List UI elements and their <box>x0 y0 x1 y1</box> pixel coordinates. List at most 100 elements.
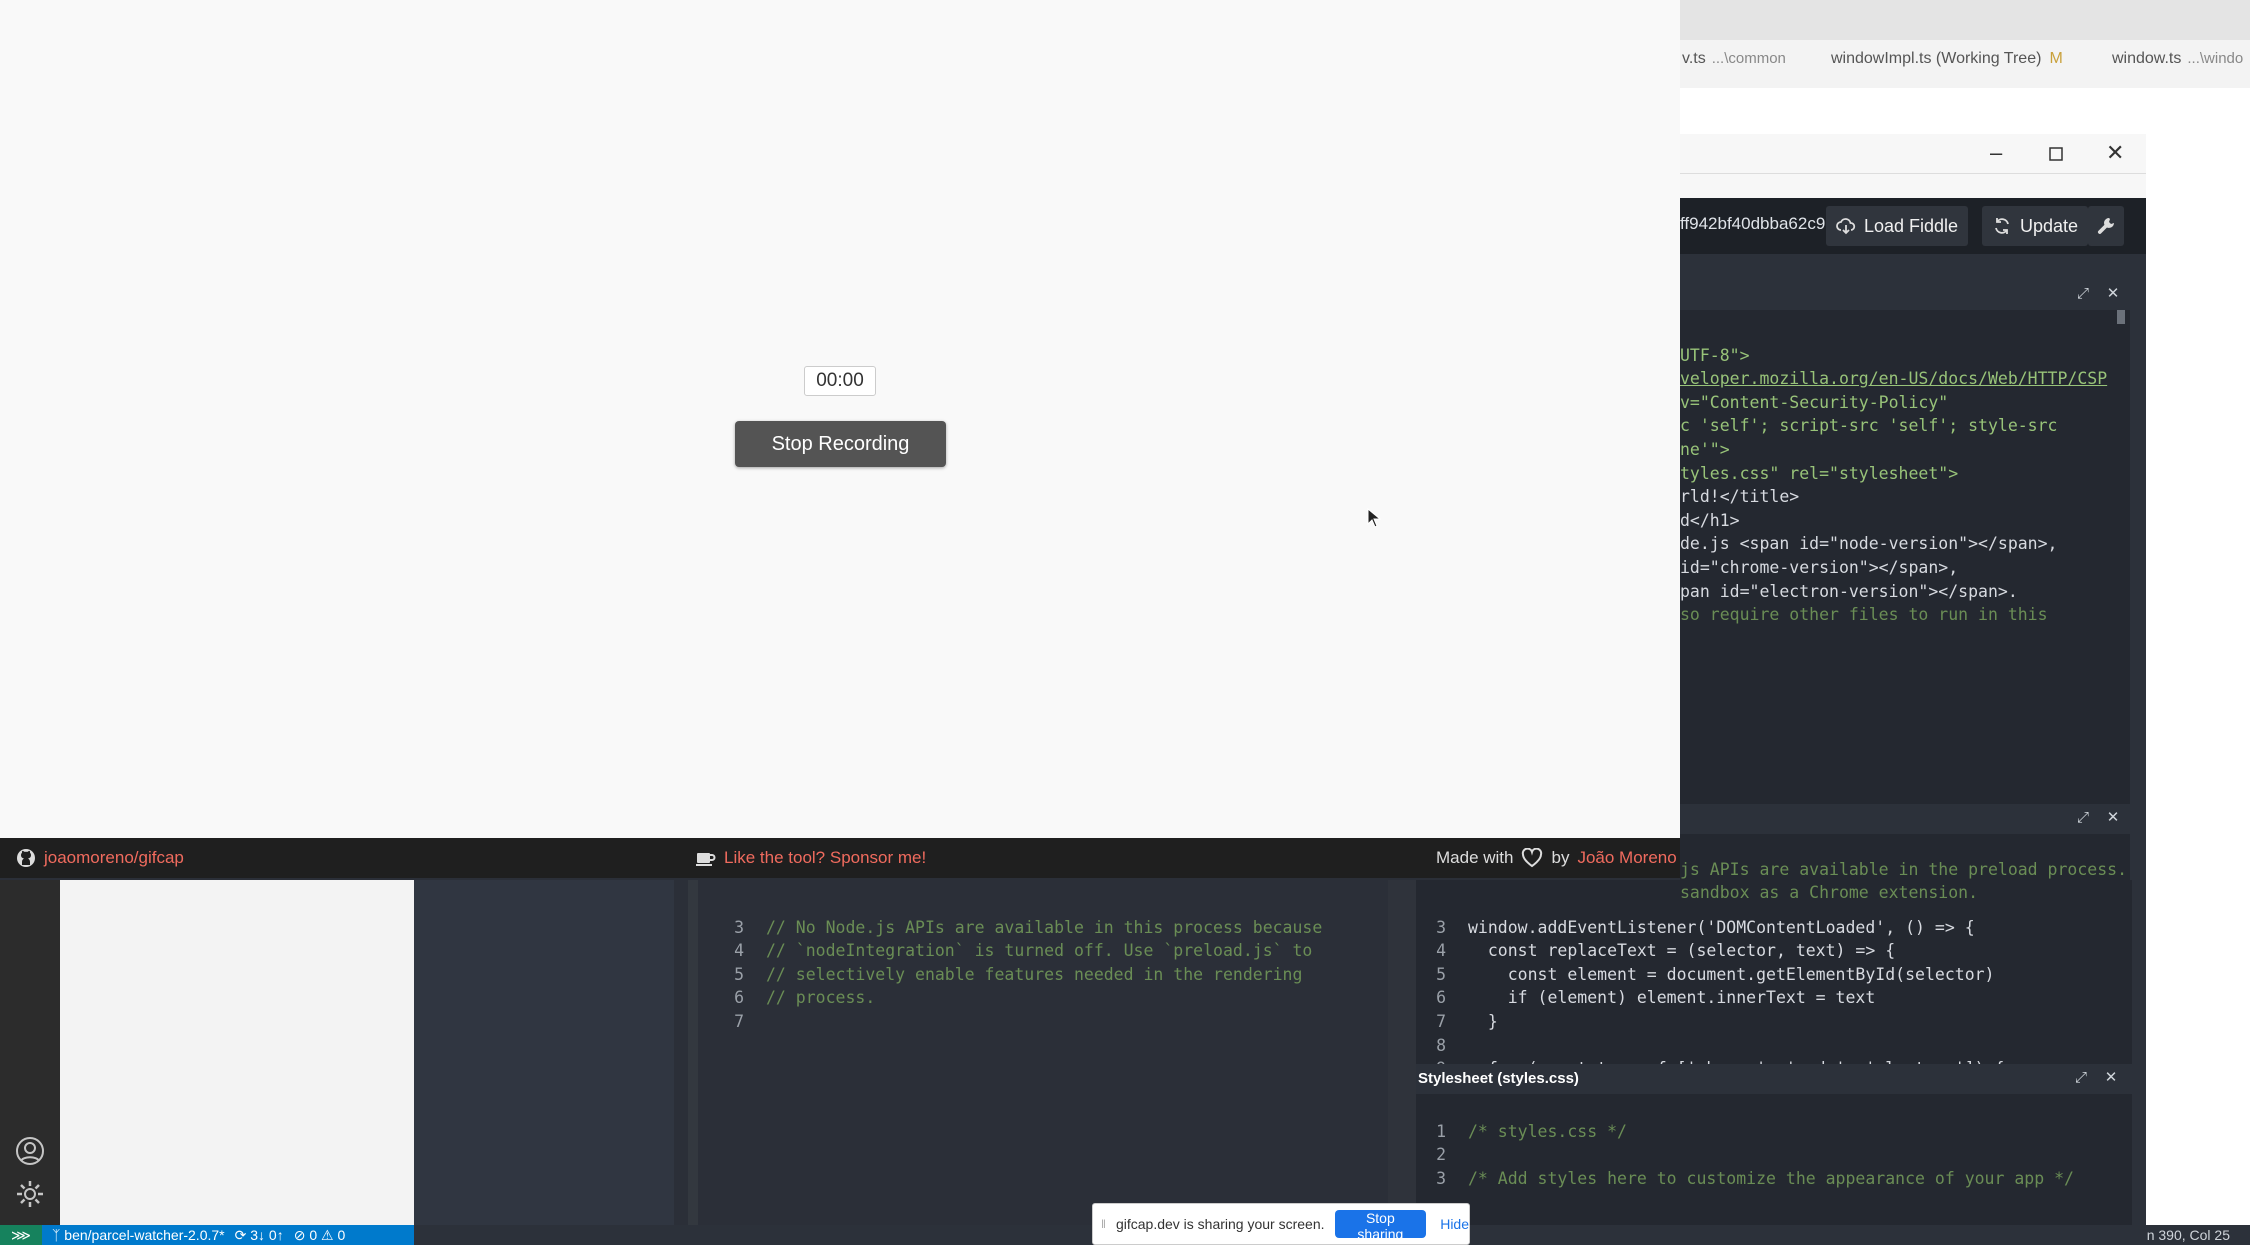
made-with-text: Made with <box>1436 848 1514 867</box>
code-line: // No Node.js APIs are available in this… <box>766 917 1323 937</box>
scrollbar-thumb[interactable] <box>2117 310 2125 324</box>
maximize-pane-icon[interactable]: ⤢ <box>2074 285 2092 303</box>
html-code[interactable]: UTF-8"> veloper.mozilla.org/en-US/docs/We… <box>1680 310 2130 674</box>
tab-v-ts[interactable]: v.ts ...\common <box>1682 50 1786 68</box>
close-pane-icon[interactable]: ✕ <box>2104 809 2122 827</box>
gifcap-app: 00:00 Stop Recording <box>0 0 1680 838</box>
code-line: // process. <box>766 988 876 1008</box>
code-line: if (element) element.innerText = text <box>1468 988 1876 1008</box>
code-line: d</h1> <box>1680 510 1740 530</box>
error-count: 0 <box>309 1226 318 1243</box>
wrench-icon <box>2097 218 2114 234</box>
load-fiddle-button[interactable]: Load Fiddle <box>1826 206 1969 246</box>
github-icon <box>17 849 35 867</box>
line-number: 8 <box>1436 1035 1446 1055</box>
sharing-message: gifcap.dev is sharing your screen. <box>1115 1216 1325 1232</box>
activity-bar <box>0 880 60 1225</box>
close-pane-icon[interactable]: ✕ <box>2102 1069 2120 1087</box>
line-number: 3 <box>734 917 744 937</box>
sponsor-label: Like the tool? Sponsor me! <box>724 848 927 867</box>
code-line: v="Content-Security-Policy" <box>1680 392 1949 412</box>
refresh-icon <box>1995 218 2009 234</box>
explorer-sidebar <box>60 880 414 1225</box>
hide-button[interactable]: Hide <box>1440 1216 1469 1232</box>
branch-status[interactable]: ᛉ ben/parcel-watcher-2.0.7* <box>52 1227 225 1243</box>
account-icon[interactable] <box>14 1135 46 1167</box>
pane-divider[interactable] <box>1388 880 1416 1245</box>
code-line: so require other files to run in this <box>1680 605 2048 625</box>
line-number: 3 <box>1436 917 1446 937</box>
author-link[interactable]: João Moreno <box>1577 848 1676 868</box>
heart-icon <box>1522 848 1543 868</box>
mouse-cursor-icon <box>1367 508 1381 528</box>
code-line: id="chrome-version"></span>, <box>1680 557 1959 577</box>
code-line: ne'"> <box>1680 439 1730 459</box>
gist-id-input[interactable]: ff942bf40dbba62c9 <box>1680 214 1825 234</box>
close-icon[interactable]: ✕ <box>2106 140 2124 166</box>
line-number: 5 <box>734 964 744 984</box>
line-number: 7 <box>1436 1011 1446 1031</box>
code-line: js APIs are available in the preload pro… <box>1680 859 2128 879</box>
fiddle-menu-strip <box>1680 174 2146 198</box>
code-line: c 'self'; script-src 'self'; style-src <box>1680 416 2058 436</box>
stylesheet-pane-header: Stylesheet (styles.css) ⤢ ✕ <box>1416 1064 2132 1094</box>
tab-path: ...\common <box>1711 50 1786 67</box>
preload-comment-top: js APIs are available in the preload pro… <box>1680 834 2127 928</box>
code-line: const element = document.getElementById(… <box>1468 964 1995 984</box>
tab-window-ts[interactable]: window.ts ...\windo <box>2112 50 2243 68</box>
line-number: 4 <box>1436 941 1446 961</box>
right-edge-strip <box>2132 880 2146 1225</box>
fiddle-titlebar: – ✕ <box>1680 134 2146 174</box>
stop-recording-button[interactable]: Stop Recording <box>735 421 946 467</box>
line-number: 6 <box>1436 988 1446 1008</box>
remote-icon: ⋙ <box>11 1226 31 1243</box>
coffee-icon <box>696 853 716 866</box>
cursor-position[interactable]: n 390, Col 25 <box>2147 1227 2230 1243</box>
vscode-right-editor <box>2146 134 2250 1225</box>
code-line: UTF-8"> <box>1680 345 1750 365</box>
update-button[interactable]: Update <box>1982 206 2089 246</box>
warning-count: 0 <box>337 1226 346 1243</box>
cloud-download-icon <box>1836 218 1856 235</box>
code-line: tyles.css" rel="stylesheet"> <box>1680 463 1959 483</box>
renderer-editor: 3 // No Node.js APIs are available in thi… <box>674 880 1388 1245</box>
renderer-code[interactable]: 3 // No Node.js APIs are available in thi… <box>714 892 1322 1081</box>
code-line: de.js <span id="node-version"></span>, <box>1680 534 2058 554</box>
code-line: // selectively enable features needed in… <box>766 964 1303 984</box>
screen-sharing-bar: ‖ gifcap.dev is sharing your screen. Sto… <box>1092 1203 1470 1245</box>
drag-handle-icon[interactable]: ‖ <box>1101 1217 1106 1231</box>
line-number: 2 <box>1436 1145 1446 1165</box>
recording-timer: 00:00 <box>804 366 876 396</box>
code-line: veloper.mozilla.org/en-US/docs/Web/HTTP/… <box>1680 369 2108 389</box>
editor-gutter <box>688 880 698 1245</box>
remote-indicator[interactable]: ⋙ <box>0 1225 42 1245</box>
fiddle-sidebar-panel <box>414 880 674 1245</box>
maximize-pane-icon[interactable]: ⤢ <box>2072 1069 2090 1087</box>
line-number: 5 <box>1436 964 1446 984</box>
stylesheet-code[interactable]: 1 /* styles.css */ 2 3 /* Add styles here to… <box>1416 1096 2074 1238</box>
problems-status[interactable]: ⊘ 0 ⚠ 0 <box>294 1227 346 1244</box>
code-line: /* Add styles here to customize the appe… <box>1468 1168 2074 1188</box>
branch-name: ben/parcel-watcher-2.0.7* <box>64 1227 225 1243</box>
stop-sharing-button[interactable]: Stop sharing <box>1334 1210 1427 1242</box>
tab-path: ...\windo <box>2187 50 2244 67</box>
status-bar-left: ⋙ ᛉ ben/parcel-watcher-2.0.7* ⟳ 3↓ 0↑ ⊘ … <box>0 1225 414 1245</box>
gear-icon[interactable] <box>14 1178 46 1210</box>
line-number: 3 <box>1436 1168 1446 1188</box>
settings-wrench-button[interactable] <box>2088 206 2124 246</box>
maximize-pane-icon[interactable]: ⤢ <box>2074 809 2092 827</box>
load-fiddle-label: Load Fiddle <box>1864 215 1959 236</box>
close-pane-icon[interactable]: ✕ <box>2104 285 2122 303</box>
tab-windowimpl-ts[interactable]: windowImpl.ts (Working Tree) M <box>1831 50 2063 68</box>
sponsor-link[interactable]: Like the tool? Sponsor me! <box>696 848 926 868</box>
maximize-icon[interactable] <box>2048 142 2064 168</box>
sync-status[interactable]: ⟳ 3↓ 0↑ <box>235 1227 284 1244</box>
github-link[interactable]: joaomoreno/gifcap <box>16 848 184 868</box>
code-line: rld!</title> <box>1680 487 1800 507</box>
fiddle-toolbar: ff942bf40dbba62c9 Load Fiddle Update <box>1680 198 2146 254</box>
stylesheet-title: Stylesheet (styles.css) <box>1418 1070 1579 1087</box>
code-line: // `nodeIntegration` is turned off. Use … <box>766 941 1313 961</box>
modified-badge: M <box>2049 50 2063 67</box>
minimize-icon[interactable]: – <box>1990 140 2002 166</box>
tab-label: window.ts <box>2112 50 2182 67</box>
